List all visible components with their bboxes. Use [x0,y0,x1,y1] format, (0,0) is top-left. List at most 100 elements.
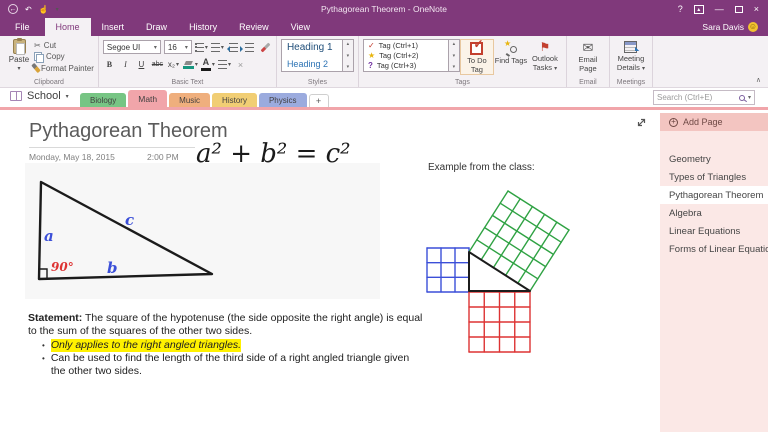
section-tabs: Biology Math Music History Physics + [80,90,329,107]
copy-button[interactable]: Copy [34,52,94,61]
format-painter-button[interactable]: Format Painter [34,63,94,73]
style-heading-2[interactable]: Heading 2 [287,59,337,69]
bullets-button[interactable]: ▾ [195,41,208,54]
add-section-button[interactable]: + [309,94,329,107]
section-tab-biology[interactable]: Biology [80,93,126,107]
clear-formatting-button[interactable]: × [234,58,247,71]
collapse-ribbon-icon[interactable]: ∧ [756,76,761,84]
bullet-icon: • [42,339,45,352]
meeting-details-button[interactable]: Meeting Details ▾ [614,39,648,73]
window-controls: ? ▴ — × [678,4,768,14]
font-color-button[interactable]: A▾ [201,58,215,71]
section-tab-physics[interactable]: Physics [259,93,307,107]
title-underline [29,147,195,148]
group-label-meetings: Meetings [610,79,652,86]
paste-button[interactable]: Paste ▾ [4,39,34,72]
gallery-more-icon[interactable]: ▾ [347,64,350,70]
highlight-button[interactable]: ▾ [183,58,198,71]
statement-label: Statement: [28,312,82,324]
page-canvas: Pythagorean Theorem Monday, May 18, 2015… [0,113,660,432]
expand-page-icon[interactable] [635,116,648,129]
scroll-down-icon[interactable]: ▾ [453,53,456,59]
decrease-indent-button[interactable] [227,41,240,54]
help-icon[interactable]: ? [678,4,683,14]
scroll-up-icon[interactable]: ▴ [453,41,456,47]
bullet-icon: • [42,352,45,365]
section-tab-music[interactable]: Music [169,93,210,107]
subscript-button[interactable]: x₂▾ [167,58,180,71]
group-tags: ✓ Tag (Ctrl+1) ★ Tag (Ctrl+2) ? Tag (Ctr… [359,36,567,87]
touch-mode-icon[interactable]: ☝ [39,5,49,14]
tab-draw[interactable]: Draw [135,18,178,36]
group-label-tags: Tags [359,79,566,86]
page-item-forms-of-linear-equations[interactable]: Forms of Linear Equations [660,240,768,258]
page-item-types-of-triangles[interactable]: Types of Triangles [660,168,768,186]
underline-button[interactable]: U [135,58,148,71]
tab-review[interactable]: Review [228,18,280,36]
notebook-bar: School ▾ Biology Math Music History Phys… [0,88,768,110]
page-item-geometry[interactable]: Geometry [660,150,768,168]
group-basic-text: Segoe UI ▾ 16 ▾ ▾ ▾ B I U [99,36,277,87]
search-scope-dropdown-icon[interactable]: ▾ [748,94,751,101]
ribbon-display-options-icon[interactable]: ▴ [694,5,704,14]
triangle-label-c: c [125,211,134,229]
ink-pen-button[interactable] [259,41,272,54]
back-icon[interactable]: ← [8,4,18,14]
search-icon [739,95,745,101]
tab-history[interactable]: History [178,18,228,36]
search-placeholder: Search (Ctrl+E) [657,93,736,102]
paste-dropdown-icon[interactable]: ▾ [17,65,20,72]
font-size-combo[interactable]: 16 ▾ [164,40,192,54]
star-icon: ★ [368,51,375,60]
undo-icon[interactable]: ↶ [25,5,32,14]
paste-clipboard-icon [13,39,26,54]
minimize-icon[interactable]: — [715,4,724,14]
increase-indent-icon [245,43,254,52]
gallery-more-icon[interactable]: ▾ [453,64,456,70]
search-input[interactable]: Search (Ctrl+E) ▾ [653,90,755,105]
close-icon[interactable]: × [754,4,759,14]
tag-todo-item[interactable]: ✓ Tag (Ctrl+1) [368,41,444,50]
paragraph-alignment-button[interactable]: ▾ [218,58,231,71]
page-date: Monday, May 18, 2015 [29,152,115,162]
find-tags-button[interactable]: ★ Find Tags [494,39,528,66]
tab-view[interactable]: View [280,18,321,36]
scroll-down-icon[interactable]: ▾ [347,53,350,59]
bold-button[interactable]: B [103,58,116,71]
notebook-dropdown[interactable]: School ▾ [10,90,69,102]
increase-indent-button[interactable] [243,41,256,54]
todo-tag-button[interactable]: ✓ To Do Tag [460,39,494,75]
maximize-icon[interactable] [735,6,743,13]
outlook-tasks-button[interactable]: ⚑ Outlook Tasks ▾ [528,39,562,73]
account-menu[interactable]: Sara Davis ☺ [702,18,768,36]
triangle-label-b: b [107,259,118,277]
tag-question-item[interactable]: ? Tag (Ctrl+3) [368,61,444,70]
strikethrough-button[interactable]: abc [151,58,164,71]
font-name-combo[interactable]: Segoe UI ▾ [103,40,161,54]
alignment-icon [218,60,227,69]
scroll-up-icon[interactable]: ▴ [347,41,350,47]
add-page-button[interactable]: + Add Page [660,113,768,131]
section-tab-history[interactable]: History [212,93,257,107]
feedback-smiley-icon[interactable]: ☺ [748,22,758,32]
envelope-icon: ✉ [582,41,593,54]
page-item-linear-equations[interactable]: Linear Equations [660,222,768,240]
italic-button[interactable]: I [119,58,132,71]
tab-home[interactable]: Home [45,18,91,36]
page-item-pythagorean-theorem[interactable]: Pythagorean Theorem [660,186,768,204]
bullet-item: • Can be used to find the length of the … [28,352,426,378]
cut-button[interactable]: ✂ Cut [34,41,94,50]
copy-icon [34,52,43,61]
style-heading-1[interactable]: Heading 1 [287,42,337,53]
title-bar: ← ↶ ☝ ▾ Pythagorean Theorem - OneNote ? … [0,0,768,18]
bullets-icon [195,43,204,52]
email-page-button[interactable]: ✉ Email Page [571,39,605,73]
customize-qat-icon[interactable]: ▾ [56,6,59,13]
tab-file[interactable]: File [0,18,45,36]
section-tab-math[interactable]: Math [128,90,167,107]
tab-insert[interactable]: Insert [91,18,136,36]
numbering-button[interactable]: ▾ [211,41,224,54]
tag-important-item[interactable]: ★ Tag (Ctrl+2) [368,51,444,60]
group-label-styles: Styles [277,79,358,86]
page-item-algebra[interactable]: Algebra [660,204,768,222]
